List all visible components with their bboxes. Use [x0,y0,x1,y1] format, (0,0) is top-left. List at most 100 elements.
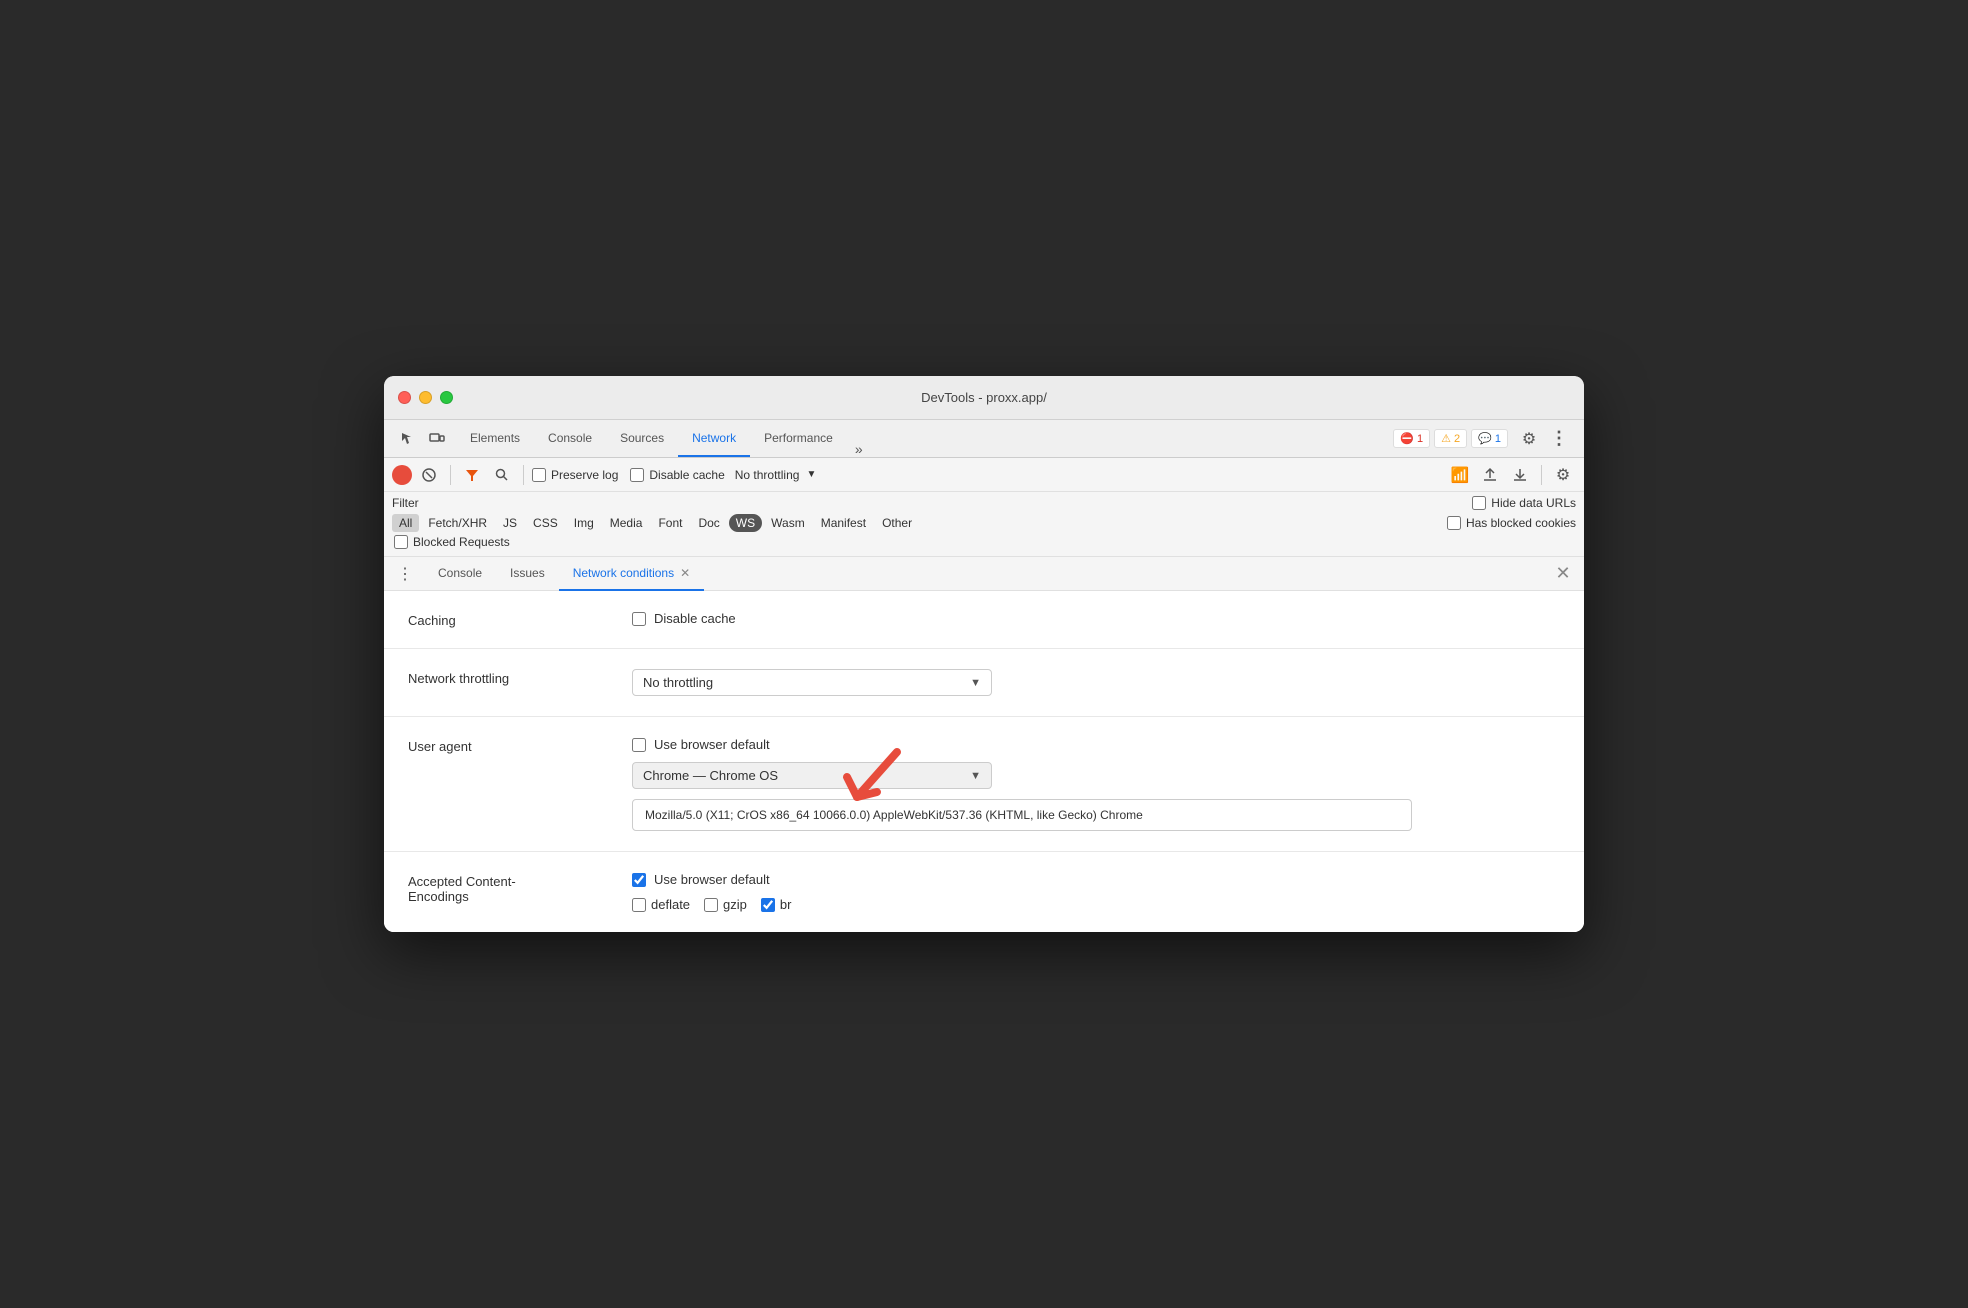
ua-select-arrow: ▼ [970,770,981,782]
caching-control: Disable cache [632,611,1560,626]
filter-css[interactable]: CSS [526,514,565,532]
devtools-tabs: Elements Console Sources Network Perform… [456,420,1385,457]
filter-font[interactable]: Font [651,514,689,532]
filter-bar: Filter Hide data URLs All Fetch/XHR JS C… [384,492,1584,557]
minimize-button[interactable] [419,391,432,404]
user-agent-control: Use browser default Chrome — Chrome OS ▼ [632,737,1560,831]
devtools-right-controls: ⛔ 1 ⚠ 2 💬 1 ⚙ ⋮ [1385,426,1580,452]
filter-manifest[interactable]: Manifest [814,514,873,532]
deflate-checkbox[interactable] [632,898,646,912]
filter-media[interactable]: Media [603,514,650,532]
network-toolbar: Preserve log Disable cache No throttling… [384,458,1584,492]
close-tab-icon[interactable]: ✕ [680,566,690,580]
devtools-tab-bar: Elements Console Sources Network Perform… [384,420,1584,458]
drawer-tab-issues[interactable]: Issues [496,557,559,591]
drawer-menu-icon[interactable]: ⋮ [392,561,418,587]
wifi-icon[interactable]: 📶 [1447,462,1473,488]
blocked-requests-checkbox[interactable] [394,535,408,549]
drawer-tab-bar: ⋮ Console Issues Network conditions ✕ ✕ [384,557,1584,591]
tab-network[interactable]: Network [678,420,750,457]
caching-row: Caching Disable cache [384,591,1584,649]
maximize-button[interactable] [440,391,453,404]
throttling-dropdown[interactable]: No throttling ▼ [735,468,817,482]
settings-icon[interactable]: ⚙ [1516,426,1542,452]
has-blocked-cookies-label[interactable]: Has blocked cookies [1447,516,1576,530]
errors-badge[interactable]: ⛔ 1 [1393,429,1430,448]
drawer-tab-network-conditions[interactable]: Network conditions ✕ [559,557,704,591]
toolbar-right: 📶 ⚙ [1447,462,1576,488]
devtools-icon-group [388,426,456,452]
use-browser-default-label[interactable]: Use browser default [632,737,1560,752]
window-title: DevTools - proxx.app/ [921,390,1047,405]
filter-type-buttons: All Fetch/XHR JS CSS Img Media Font Doc … [392,514,919,532]
tab-performance[interactable]: Performance [750,420,847,457]
error-icon: ⛔ [1400,432,1414,445]
encodings-browser-default-label[interactable]: Use browser default [632,872,1560,887]
ua-string-display: Mozilla/5.0 (X11; CrOS x86_64 10066.0.0)… [632,799,1412,831]
filter-all[interactable]: All [392,514,419,532]
title-bar: DevTools - proxx.app/ [384,376,1584,420]
device-toolbar-icon[interactable] [424,426,450,452]
tab-console[interactable]: Console [534,420,606,457]
more-options-icon[interactable]: ⋮ [1546,426,1572,452]
throttling-nc-label: Network throttling [408,669,608,686]
filter-wasm[interactable]: Wasm [764,514,812,532]
filter-ws[interactable]: WS [729,514,762,532]
preserve-log-label[interactable]: Preserve log [532,468,618,482]
filter-doc[interactable]: Doc [691,514,726,532]
drawer-tab-console[interactable]: Console [424,557,496,591]
toolbar-divider-right [1541,465,1542,485]
network-settings-icon[interactable]: ⚙ [1550,462,1576,488]
user-agent-select[interactable]: Chrome — Chrome OS ▼ [632,762,992,789]
disable-cache-label[interactable]: Disable cache [630,468,724,482]
filter-js[interactable]: JS [496,514,524,532]
record-button[interactable] [392,465,412,485]
preserve-log-checkbox[interactable] [532,468,546,482]
download-icon[interactable] [1507,462,1533,488]
user-agent-row: User agent Use browser default Chrome — … [384,717,1584,852]
close-button[interactable] [398,391,411,404]
filter-fetch-xhr[interactable]: Fetch/XHR [421,514,494,532]
warnings-badge[interactable]: ⚠ 2 [1434,429,1467,448]
br-checkbox[interactable] [761,898,775,912]
search-icon[interactable] [489,462,515,488]
drawer-close-button[interactable]: ✕ [1550,561,1576,587]
messages-badge[interactable]: 💬 1 [1471,429,1508,448]
devtools-window: DevTools - proxx.app/ Elements Console [384,376,1584,932]
throttling-arrow-icon: ▼ [806,469,816,480]
throttling-select[interactable]: No throttling ▼ [632,669,992,696]
br-label[interactable]: br [761,897,792,912]
network-conditions-panel: Caching Disable cache Network throttling… [384,591,1584,932]
filter-other[interactable]: Other [875,514,919,532]
user-agent-label: User agent [408,737,608,754]
gzip-label[interactable]: gzip [704,897,747,912]
filter-label: Filter [392,496,419,510]
encodings-label: Accepted Content-Encodings [408,872,608,904]
encodings-row: Accepted Content-Encodings Use browser d… [384,852,1584,932]
traffic-lights [398,391,453,404]
clear-button[interactable] [416,462,442,488]
disable-cache-checkbox[interactable] [630,468,644,482]
tab-elements[interactable]: Elements [456,420,534,457]
more-tabs-button[interactable]: » [847,441,871,457]
deflate-label[interactable]: deflate [632,897,690,912]
inspect-icon[interactable] [394,426,420,452]
upload-icon[interactable] [1477,462,1503,488]
message-icon: 💬 [1478,432,1492,445]
gzip-checkbox[interactable] [704,898,718,912]
encodings-browser-default-checkbox[interactable] [632,873,646,887]
throttling-nc-control: No throttling ▼ [632,669,1560,696]
disable-cache-nc-label[interactable]: Disable cache [632,611,1560,626]
has-blocked-cookies-checkbox[interactable] [1447,516,1461,530]
filter-img[interactable]: Img [567,514,601,532]
disable-cache-nc-checkbox[interactable] [632,612,646,626]
hide-data-urls-label[interactable]: Hide data URLs [1472,496,1576,510]
use-browser-default-checkbox[interactable] [632,738,646,752]
hide-data-urls-checkbox[interactable] [1472,496,1486,510]
throttling-row: Network throttling No throttling ▼ [384,649,1584,717]
filter-icon[interactable] [459,462,485,488]
bottom-panel: ⋮ Console Issues Network conditions ✕ ✕ … [384,557,1584,932]
blocked-requests-row[interactable]: Blocked Requests [392,532,1576,552]
filter-top-row: Filter Hide data URLs [392,496,1576,510]
tab-sources[interactable]: Sources [606,420,678,457]
